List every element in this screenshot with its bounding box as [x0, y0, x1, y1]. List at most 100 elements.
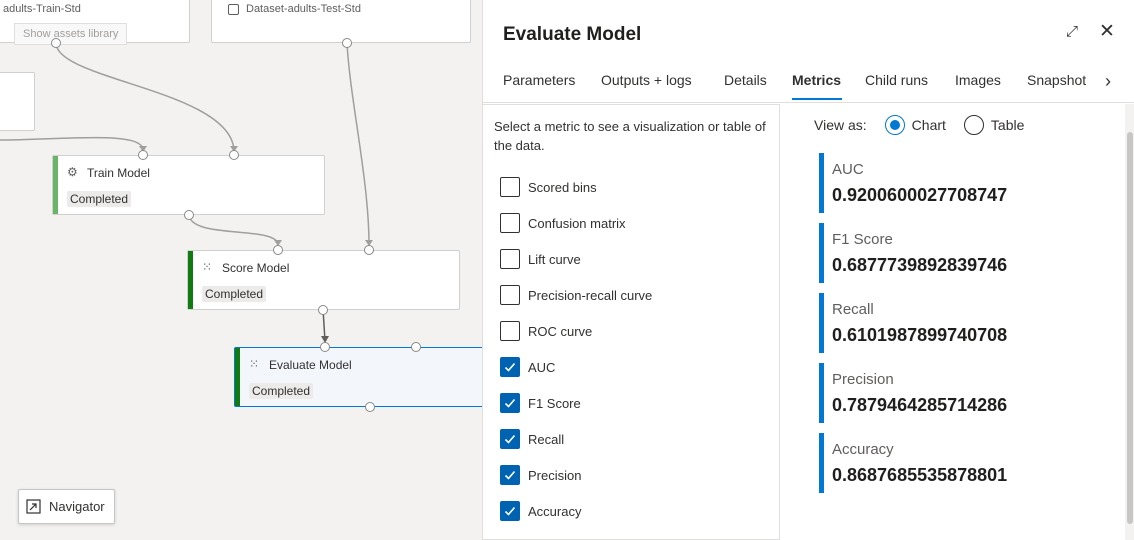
navigator-icon — [26, 499, 41, 514]
metric-option-recall[interactable]: Recall — [500, 429, 564, 449]
port-train-in-1[interactable] — [138, 150, 148, 160]
metric-card-accuracy: Accuracy 0.8687685535878801 — [819, 433, 1039, 493]
checkbox-auc[interactable] — [500, 357, 520, 377]
metric-accent-bar — [819, 433, 824, 493]
view-table-radio[interactable] — [963, 115, 984, 135]
metric-card-auc: AUC 0.9200600027708747 — [819, 153, 1039, 213]
metric-option-auc[interactable]: AUC — [500, 357, 555, 377]
view-as-label: View as: — [814, 117, 867, 133]
evaluate-model-title: Evaluate Model — [269, 358, 352, 372]
score-model-node[interactable]: ⁙ Score Model Completed — [187, 250, 460, 310]
evaluate-model-icon: ⁙ — [249, 357, 260, 371]
metric-option-precision-recall-curve[interactable]: Precision-recall curve — [500, 285, 652, 305]
checkbox-recall[interactable] — [500, 429, 520, 449]
panel-tabs: Parameters Outputs + logs Details Metric… — [483, 70, 1134, 103]
train-model-icon: ⚙ — [67, 165, 78, 179]
metric-option-label: Accuracy — [528, 503, 582, 519]
port-evaluate-in-2[interactable] — [411, 342, 421, 352]
view-chart-radio[interactable] — [884, 115, 905, 135]
train-model-title: Train Model — [87, 166, 150, 180]
checkmark-icon — [504, 470, 516, 480]
tab-outputs-logs[interactable]: Outputs + logs — [601, 72, 692, 88]
metric-option-label: Precision-recall curve — [528, 287, 653, 303]
checkbox-precision-recall-curve[interactable] — [500, 285, 520, 305]
metric-value: 0.7879464285714286 — [832, 395, 1008, 415]
expand-icon[interactable]: ⤢ — [1066, 23, 1078, 40]
checkbox-scored-bins[interactable] — [500, 177, 520, 197]
train-model-status: Completed — [67, 191, 132, 207]
metric-option-label: Recall — [528, 431, 565, 447]
chevron-right-icon[interactable]: › — [1105, 71, 1111, 92]
port-score-in-2[interactable] — [364, 245, 374, 255]
metric-option-label: Scored bins — [528, 179, 597, 195]
evaluate-model-status: Completed — [249, 383, 314, 399]
view-chart-label[interactable]: Chart — [912, 117, 946, 133]
tab-metrics[interactable]: Metrics — [792, 72, 841, 88]
metric-option-label: Lift curve — [528, 251, 581, 267]
metric-option-label: Confusion matrix — [528, 215, 626, 231]
port-score-out[interactable] — [318, 305, 328, 315]
panel-scrollbar-thumb[interactable] — [1127, 132, 1133, 524]
score-model-title: Score Model — [222, 261, 290, 275]
metric-option-accuracy[interactable]: Accuracy — [500, 501, 581, 521]
checkbox-lift-curve[interactable] — [500, 249, 520, 269]
metric-accent-bar — [819, 223, 824, 283]
metric-card-f1-score: F1 Score 0.6877739892839746 — [819, 223, 1039, 283]
tab-details[interactable]: Details — [724, 72, 767, 88]
metric-option-label: Precision — [528, 467, 582, 483]
metric-accent-bar — [819, 153, 824, 213]
metric-name: AUC — [832, 161, 864, 178]
close-icon[interactable]: ✕ — [1099, 20, 1115, 43]
metric-card-precision: Precision 0.7879464285714286 — [819, 363, 1039, 423]
metric-value: 0.8687685535878801 — [832, 465, 1008, 485]
checkbox-confusion-matrix[interactable] — [500, 213, 520, 233]
metric-option-confusion-matrix[interactable]: Confusion matrix — [500, 213, 626, 233]
checkbox-precision[interactable] — [500, 465, 520, 485]
port-evaluate-out[interactable] — [365, 402, 375, 412]
checkbox-roc-curve[interactable] — [500, 321, 520, 341]
panel-scrollbar[interactable] — [1125, 104, 1134, 540]
navigator-label: Navigator — [49, 499, 105, 514]
tab-child-runs[interactable]: Child runs — [865, 72, 928, 88]
score-model-icon: ⁙ — [202, 260, 213, 274]
metric-name: F1 Score — [832, 231, 893, 248]
tab-parameters[interactable]: Parameters — [503, 72, 575, 88]
metric-option-scored-bins[interactable]: Scored bins — [500, 177, 597, 197]
metric-accent-bar — [819, 363, 824, 423]
train-model-status-bar — [53, 156, 58, 214]
train-model-node[interactable]: ⚙ Train Model Completed — [52, 155, 325, 215]
tab-snapshot[interactable]: Snapshot — [1027, 72, 1086, 88]
navigator-button[interactable]: Navigator — [18, 489, 115, 524]
tab-images[interactable]: Images — [955, 72, 1001, 88]
port-score-in-1[interactable] — [273, 245, 283, 255]
port-dataset-test-out[interactable] — [342, 38, 352, 48]
evaluate-model-panel: Evaluate Model ⤢ ✕ Parameters Outputs + … — [482, 0, 1134, 540]
metric-value: 0.9200600027708747 — [832, 185, 1008, 205]
active-tab-indicator — [792, 98, 842, 100]
port-train-in-2[interactable] — [229, 150, 239, 160]
checkmark-icon — [504, 506, 516, 516]
metric-name: Accuracy — [832, 441, 894, 458]
evaluate-model-node[interactable]: ⁙ Evaluate Model Completed — [234, 347, 482, 407]
checkbox-f1-score[interactable] — [500, 393, 520, 413]
metric-option-precision[interactable]: Precision — [500, 465, 581, 485]
metric-value: 0.6101987899740708 — [832, 325, 1008, 345]
checkmark-icon — [504, 398, 516, 408]
score-model-status: Completed — [202, 286, 267, 302]
checkmark-icon — [504, 362, 516, 372]
port-dataset-train-out[interactable] — [51, 38, 61, 48]
metric-option-roc-curve[interactable]: ROC curve — [500, 321, 592, 341]
metric-option-label: F1 Score — [528, 395, 581, 411]
checkmark-icon — [504, 434, 516, 444]
pipeline-canvas[interactable]: adults-Train-Std Show assets library Dat… — [0, 0, 482, 540]
view-table-label[interactable]: Table — [991, 117, 1024, 133]
metric-name: Recall — [832, 301, 874, 318]
evaluate-model-status-bar — [235, 348, 240, 406]
metric-option-lift-curve[interactable]: Lift curve — [500, 249, 581, 269]
port-train-out[interactable] — [184, 210, 194, 220]
score-model-status-bar — [188, 251, 193, 309]
metric-option-f1-score[interactable]: F1 Score — [500, 393, 581, 413]
port-evaluate-in-1[interactable] — [320, 342, 330, 352]
checkbox-accuracy[interactable] — [500, 501, 520, 521]
metric-selector: Select a metric to see a visualization o… — [483, 104, 780, 540]
